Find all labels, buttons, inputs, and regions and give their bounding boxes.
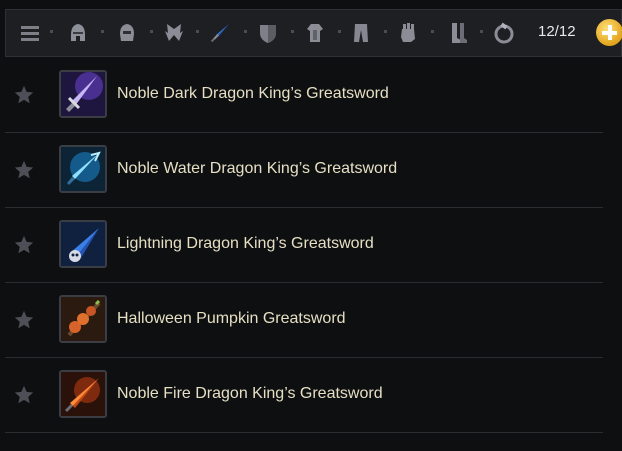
item-name: Noble Water Dragon King’s Greatsword — [117, 160, 398, 177]
separator — [291, 30, 294, 33]
separator — [431, 30, 434, 33]
helmet-icon[interactable] — [66, 21, 90, 45]
lightning-dragon-greatsword-icon — [59, 220, 107, 268]
inventory-count: 12/12 — [538, 23, 576, 40]
separator — [150, 30, 153, 33]
list-item[interactable]: Halloween Pumpkin Greatsword — [5, 283, 603, 358]
pants-icon[interactable] — [349, 21, 373, 45]
pumpkin-greatsword-icon — [59, 295, 107, 343]
favorite-star-icon[interactable] — [13, 384, 35, 406]
fire-dragon-greatsword-icon — [59, 370, 107, 418]
separator — [480, 30, 483, 33]
item-name: Noble Fire Dragon King’s Greatsword — [117, 385, 383, 402]
ring-icon[interactable] — [492, 21, 516, 45]
favorite-star-icon[interactable] — [13, 309, 35, 331]
helm-dark-icon[interactable] — [115, 21, 139, 45]
separator — [50, 30, 53, 33]
boots-icon[interactable] — [446, 21, 470, 45]
item-list: Noble Dark Dragon King’s Greatsword Nobl… — [5, 58, 603, 433]
separator — [101, 30, 104, 33]
favorite-star-icon[interactable] — [13, 84, 35, 106]
water-dragon-greatsword-icon — [59, 145, 107, 193]
list-item[interactable]: Lightning Dragon King’s Greatsword — [5, 208, 603, 283]
separator — [244, 30, 247, 33]
shield-icon[interactable] — [256, 21, 280, 45]
separator — [384, 30, 387, 33]
scrollbar[interactable] — [606, 58, 622, 451]
list-item[interactable]: Noble Fire Dragon King’s Greatsword — [5, 358, 603, 433]
list-item[interactable]: Noble Dark Dragon King’s Greatsword — [5, 58, 603, 133]
favorite-star-icon[interactable] — [13, 159, 35, 181]
add-slot-button[interactable] — [596, 19, 622, 46]
list-item[interactable]: Noble Water Dragon King’s Greatsword — [5, 133, 603, 208]
item-name: Noble Dark Dragon King’s Greatsword — [117, 85, 389, 102]
dark-dragon-greatsword-icon — [59, 70, 107, 118]
menu-icon[interactable] — [18, 21, 42, 45]
item-name: Lightning Dragon King’s Greatsword — [117, 235, 374, 252]
gloves-icon[interactable] — [396, 21, 420, 45]
sword-icon[interactable] — [208, 21, 232, 45]
separator — [196, 30, 199, 33]
item-name: Halloween Pumpkin Greatsword — [117, 310, 346, 327]
wings-icon[interactable] — [162, 21, 186, 45]
favorite-star-icon[interactable] — [13, 234, 35, 256]
equipment-filter-bar: 12/12 — [5, 9, 622, 57]
armor-icon[interactable] — [303, 21, 327, 45]
separator — [338, 30, 341, 33]
